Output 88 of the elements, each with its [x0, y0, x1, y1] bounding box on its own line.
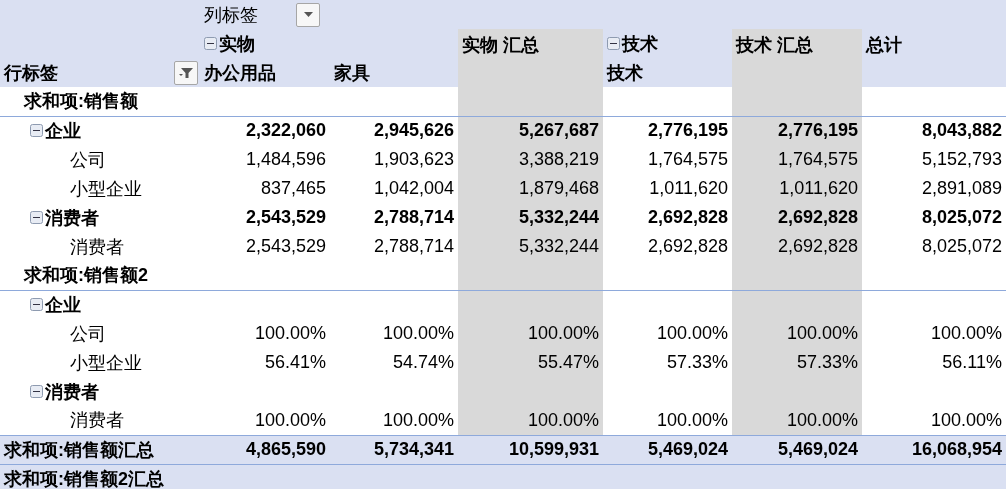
- row-label: 求和项:销售额: [24, 90, 138, 114]
- column-header: 总计: [862, 29, 1006, 87]
- table-cell: 8,043,882: [862, 116, 1006, 145]
- table-cell: 5,267,687: [458, 116, 603, 145]
- table-cell: 100.00%: [330, 406, 458, 435]
- table-cell: 100.00%: [732, 319, 862, 348]
- table-cell: 2,776,195: [732, 116, 862, 145]
- table-cell: 1,903,623: [330, 145, 458, 174]
- column-group-header: 技术: [622, 32, 658, 56]
- table-cell-text: 1,484,596: [244, 148, 327, 171]
- table-cell: 1,879,468: [458, 174, 603, 203]
- table-cell: 5,469,024: [732, 435, 862, 464]
- table-cell: 100.00%: [458, 319, 603, 348]
- collapse-icon[interactable]: [30, 124, 43, 138]
- table-cell-text: 2,543,529: [244, 235, 327, 258]
- table-cell: 2,692,828: [603, 232, 732, 261]
- column-header: 实物 汇总: [458, 29, 603, 87]
- table-cell: 100.00%: [603, 319, 732, 348]
- table-cell: 2,692,828: [732, 203, 862, 232]
- table-cell: 100.00%: [603, 406, 732, 435]
- table-cell: 1,764,575: [732, 145, 862, 174]
- row-label: 求和项:销售额2: [24, 264, 148, 288]
- table-cell: 5,332,244: [458, 203, 603, 232]
- column-header: 技术 汇总: [732, 29, 862, 87]
- table-cell: 100.00%: [862, 319, 1006, 348]
- table-cell: 57.33%: [732, 348, 862, 377]
- table-cell: 1,011,620: [603, 174, 732, 203]
- row-label: 求和项:销售额2汇总: [4, 467, 164, 489]
- row-labels-header: 行标签: [4, 61, 58, 85]
- table-cell: 100.00%: [732, 406, 862, 435]
- table-cell: 2,945,626: [330, 116, 458, 145]
- table-cell: 2,776,195: [603, 116, 732, 145]
- table-cell: 2,891,089: [862, 174, 1006, 203]
- row-label: 消费者: [70, 235, 124, 259]
- column-labels-header: 列标签: [204, 3, 258, 27]
- collapse-icon[interactable]: [204, 37, 217, 50]
- funnel-icon: [179, 67, 193, 78]
- row-label: 企业: [45, 119, 81, 143]
- collapse-icon[interactable]: [607, 37, 620, 50]
- table-cell: 1,011,620: [732, 174, 862, 203]
- table-cell: 3,388,219: [458, 145, 603, 174]
- row-label: 消费者: [70, 409, 124, 433]
- table-cell: 55.47%: [458, 348, 603, 377]
- column-header: 家具: [330, 58, 458, 87]
- row-label: 公司: [70, 322, 106, 346]
- table-cell-text: 2,543,529: [244, 206, 327, 229]
- table-cell: 5,152,793: [862, 145, 1006, 174]
- table-cell: 5,469,024: [603, 435, 732, 464]
- table-cell-text: 56.41%: [263, 351, 327, 374]
- table-cell: 56.11%: [862, 348, 1006, 377]
- table-cell: 54.74%: [330, 348, 458, 377]
- row-label: 企业: [45, 293, 81, 317]
- table-cell: 10,599,931: [458, 435, 603, 464]
- row-label: 求和项:销售额汇总: [4, 438, 154, 462]
- table-cell: 4,865,590: [200, 435, 330, 464]
- table-cell: 5,332,244: [458, 232, 603, 261]
- collapse-icon[interactable]: [30, 211, 43, 224]
- table-cell: 100.00%: [458, 406, 603, 435]
- row-label: 公司: [70, 148, 106, 172]
- filter-button[interactable]: [174, 60, 198, 85]
- table-cell: 100.00%: [330, 319, 458, 348]
- table-cell: 57.33%: [603, 348, 732, 377]
- table-cell: 100.00%: [200, 406, 330, 435]
- column-header: 技术: [603, 58, 732, 87]
- table-cell: 16,068,954: [862, 435, 1006, 464]
- table-cell: 1,042,004: [330, 174, 458, 203]
- dropdown-button[interactable]: [296, 2, 320, 27]
- table-cell: 5,734,341: [330, 435, 458, 464]
- caret-icon: [303, 12, 313, 17]
- collapse-icon[interactable]: [30, 298, 43, 312]
- table-cell: 1,764,575: [603, 145, 732, 174]
- table-cell: 2,788,714: [330, 203, 458, 232]
- table-cell: 2,788,714: [330, 232, 458, 261]
- table-cell: 8,025,072: [862, 232, 1006, 261]
- row-label: 消费者: [45, 380, 99, 404]
- table-cell: 8,025,072: [862, 203, 1006, 232]
- table-cell-text: 837,465: [259, 177, 327, 200]
- column-group-header: 实物: [219, 32, 255, 56]
- table-cell: 2,322,060: [200, 116, 330, 145]
- table-cell: 2,692,828: [732, 232, 862, 261]
- column-header: 办公用品: [200, 58, 330, 87]
- collapse-icon[interactable]: [30, 385, 43, 398]
- table-cell-text: 100.00%: [253, 322, 327, 345]
- row-label: 消费者: [45, 206, 99, 230]
- row-label: 小型企业: [70, 177, 142, 201]
- row-label: 小型企业: [70, 351, 142, 375]
- table-cell: 100.00%: [862, 406, 1006, 435]
- table-cell: 2,692,828: [603, 203, 732, 232]
